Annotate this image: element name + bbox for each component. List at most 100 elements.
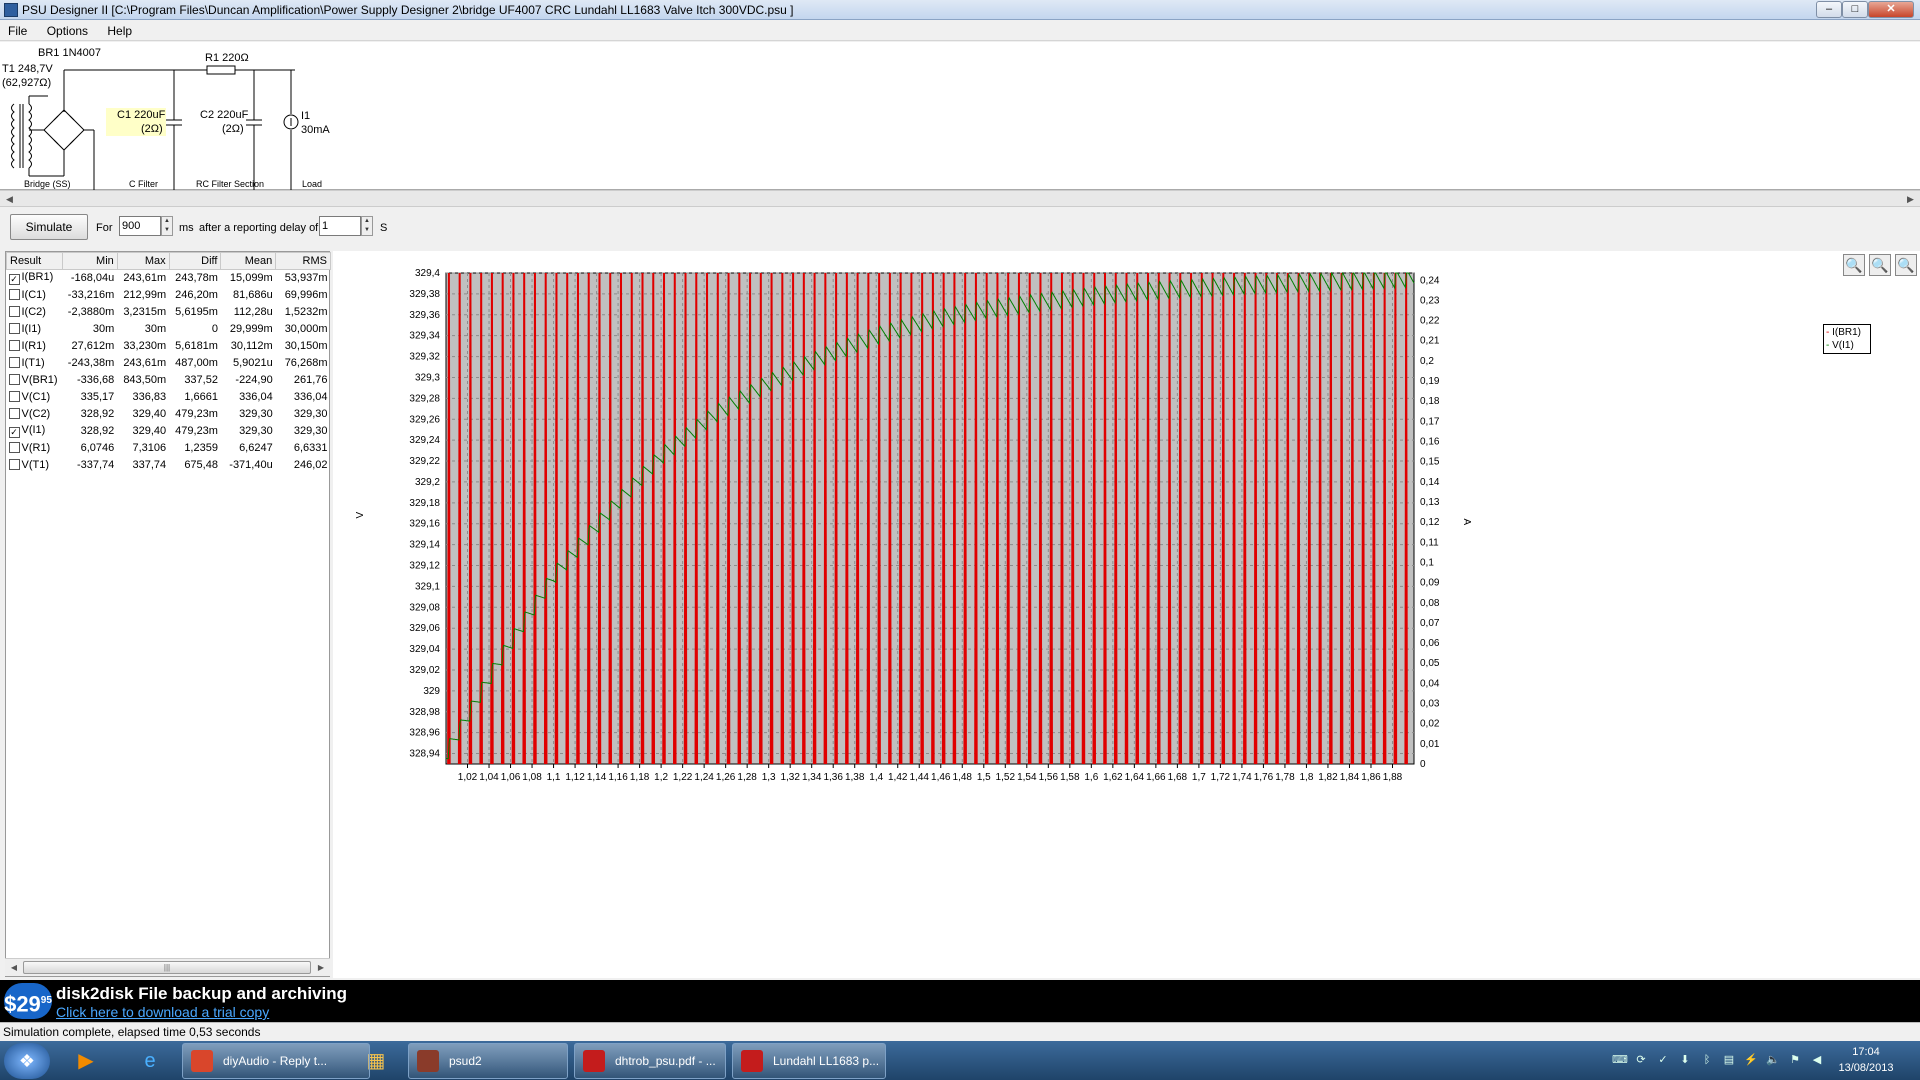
results-row[interactable]: I(C2) -2,3880m 3,2315m 5,6195m 112,28u 1,5232… [7,304,331,321]
y-left-tick-label: 329,02 [409,665,440,676]
result-rms-cell: 69,996m [284,289,328,301]
y-right-tick-label: 0,24 [1420,275,1440,286]
x-tick-label: 1,6 [1084,772,1098,783]
task-dhtrob-pdf[interactable]: dhtrob_psu.pdf - ... [574,1043,726,1079]
transformer-t1[interactable] [11,95,49,176]
y-right-tick-label: 0,08 [1420,598,1440,609]
col-min[interactable]: Min [61,252,118,270]
volume-icon[interactable]: 🔈 [1766,1053,1780,1067]
x-tick-label: 1,76 [1254,772,1274,783]
results-row[interactable]: V(BR1) -336,68 843,50m 337,52 -224,90 261,76 [7,372,331,389]
results-row[interactable]: ✓ V(I1) 328,92 329,40 479,23m 329,30 329,30 [7,423,331,440]
resistor-r1[interactable] [206,65,236,75]
schematic-scrollbar[interactable]: ◀ ▶ [0,190,1920,207]
results-scroll-left-icon[interactable]: ◀ [8,961,20,974]
current-source-i1[interactable] [283,70,299,190]
result-name-cell: I(R1) [7,338,63,355]
duration-spinner[interactable]: ▲ ▼ [161,216,173,236]
col-rms[interactable]: RMS [275,252,331,270]
results-scrollbar[interactable]: ◀ ||| ▶ [5,958,330,976]
scroll-left-icon[interactable]: ◀ [2,192,17,206]
ad-banner[interactable]: $2995 disk2disk File backup and archivin… [0,980,1920,1022]
waveform-chart[interactable]: 329,4 329,38 329,36 329,34 329,32 329,3 329,28… [333,251,1920,978]
power-icon[interactable]: ⚡ [1744,1053,1758,1067]
task-lundahl-pdf[interactable]: Lundahl LL1683 p... [732,1043,886,1079]
result-checkbox[interactable] [8,442,20,453]
ad-download-link[interactable]: Click here to download a trial copy [56,1004,269,1020]
results-row[interactable]: I(C1) -33,216m 212,99m 246,20m 81,686u 69,996… [7,287,331,304]
schematic-panel[interactable]: BR1 1N4007 T1 248,7V (62,927Ω) C1 220uF … [0,42,1920,190]
task-diyaudio[interactable]: diyAudio - Reply t... [182,1043,370,1079]
result-name: V(BR1) [21,374,58,386]
capacitor-c2[interactable] [246,70,262,190]
result-checkbox[interactable] [8,459,20,470]
delay-spinner[interactable]: ▲ ▼ [361,216,373,236]
results-row[interactable]: I(I1) 30m 30m 0 29,999m 30,000m [7,321,331,338]
media-player-icon[interactable]: ▶ [62,1044,110,1078]
minimize-button[interactable]: ‒ [1816,1,1842,18]
simulate-button[interactable]: Simulate [10,214,88,240]
result-checkbox[interactable] [8,306,20,317]
result-checkbox[interactable] [8,289,20,300]
capacitor-c1[interactable] [166,70,182,190]
start-button[interactable]: ❖ [4,1043,50,1079]
result-checkbox[interactable] [8,374,20,385]
col-result[interactable]: Result [6,252,63,270]
speaker-muted-icon[interactable]: ◀ [1810,1053,1824,1067]
r1-label: R1 220Ω [205,52,249,64]
results-row[interactable]: I(T1) -243,38m 243,61m 487,00m 5,9021u 76,268… [7,355,331,372]
security-icon[interactable]: ✓ [1656,1053,1670,1067]
language-icon[interactable]: ⌨ [1612,1053,1628,1067]
results-row[interactable]: V(C1) 335,17 336,83 1,6661 336,04 336,04 [7,389,331,406]
results-scroll-right-icon[interactable]: ▶ [315,961,327,974]
results-row[interactable]: ✓ I(BR1) -168,04u 243,61m 243,78m 15,099m 53,9… [7,270,331,287]
x-tick-label: 1,06 [501,772,521,783]
taskbar: ❖ ▶ e ▦ diyAudio - Reply t... psud2 dhtr… [0,1041,1920,1080]
flag-icon[interactable]: ⚑ [1788,1053,1802,1067]
zoom-reset-icon[interactable]: 🔍 [1895,254,1917,276]
schematic-diagram[interactable]: BR1 1N4007 T1 248,7V (62,927Ω) C1 220uF … [0,42,1920,190]
results-row[interactable]: V(R1) 6,0746 7,3106 1,2359 6,6247 6,6331 [7,440,331,457]
menu-options[interactable]: Options [39,21,96,41]
result-name: V(T1) [21,459,50,471]
x-tick-label: 1,56 [1039,772,1059,783]
results-scroll-thumb[interactable]: ||| [23,961,311,974]
task-psud2[interactable]: psud2 [408,1043,568,1079]
scroll-right-icon[interactable]: ▶ [1903,192,1918,206]
menu-help[interactable]: Help [99,21,140,41]
bluetooth-icon[interactable]: ᛒ [1700,1053,1714,1067]
result-checkbox[interactable] [8,357,20,368]
result-rms-cell: 53,937m [284,272,328,285]
result-mean-cell: 329,30 [239,425,273,437]
sync-icon[interactable]: ⟳ [1634,1053,1648,1067]
result-checkbox[interactable]: ✓ [8,427,20,438]
col-mean[interactable]: Mean [220,252,277,270]
col-max[interactable]: Max [116,252,170,270]
update-icon[interactable]: ⬇ [1678,1053,1692,1067]
results-row[interactable]: I(R1) 27,612m 33,230m 5,6181m 30,112m 30,150m [7,338,331,355]
x-tick-label: 1,2 [654,772,668,783]
result-checkbox[interactable] [8,391,20,402]
maximize-button[interactable]: □ [1842,1,1868,18]
menu-file[interactable]: File [0,21,35,41]
close-button[interactable]: ✕ [1868,1,1914,18]
result-checkbox[interactable] [8,323,20,334]
result-checkbox[interactable]: ✓ [8,274,20,286]
y-left-tick-label: 329,34 [409,331,440,342]
zoom-in-icon[interactable]: 🔍 [1843,254,1865,276]
result-checkbox[interactable] [8,408,20,419]
duration-input[interactable] [119,216,161,236]
result-name: I(C2) [21,306,46,318]
col-diff[interactable]: Diff [168,252,222,270]
results-row[interactable]: V(C2) 328,92 329,40 479,23m 329,30 329,30 [7,406,331,423]
result-checkbox[interactable] [8,340,20,351]
chrome-icon [191,1050,213,1072]
internet-explorer-icon[interactable]: e [126,1044,174,1078]
clock[interactable]: 17:04 13/08/2013 [1826,1044,1906,1076]
result-name: I(C1) [21,289,46,301]
zoom-out-icon[interactable]: 🔍 [1869,254,1891,276]
network-icon[interactable]: ▤ [1722,1053,1736,1067]
results-row[interactable]: V(T1) -337,74 337,74 675,48 -371,40u 246,02 [7,457,331,474]
result-rms-cell: 261,76 [293,374,328,386]
delay-input[interactable] [319,216,361,236]
